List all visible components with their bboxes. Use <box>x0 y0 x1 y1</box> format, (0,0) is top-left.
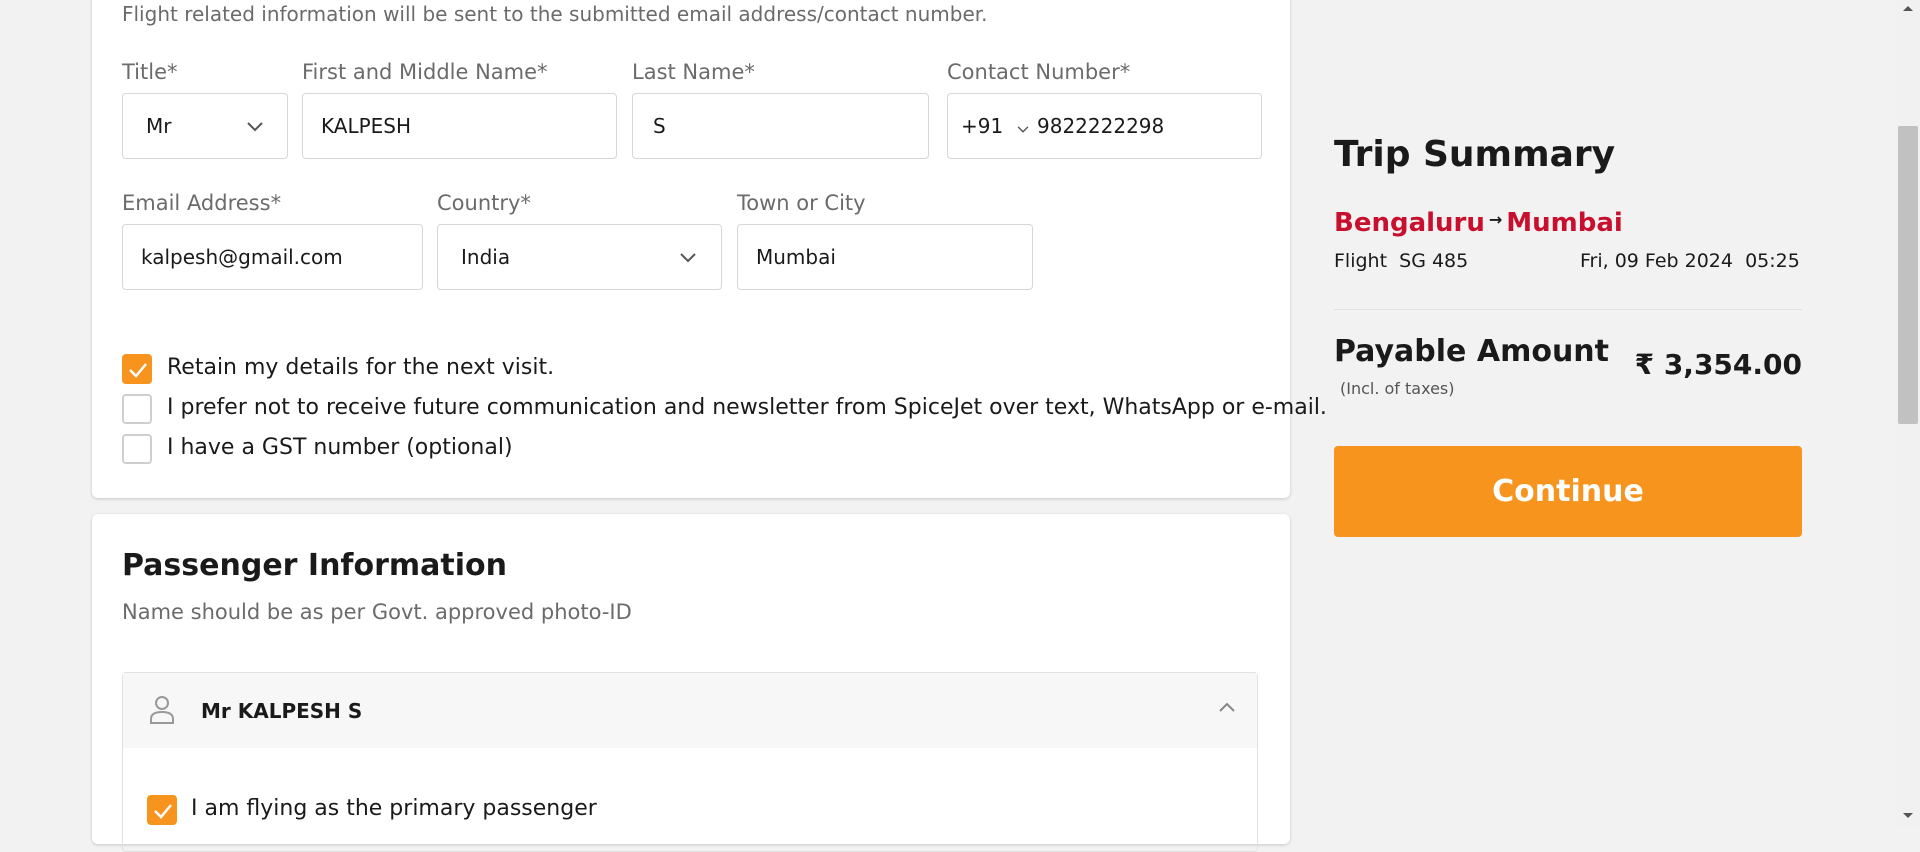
contact-number-field[interactable]: +91 9822222298 <box>947 93 1262 159</box>
country-select[interactable]: India <box>437 224 722 290</box>
flight-info: Flight SG 485 <box>1334 250 1468 272</box>
passenger-panel-header[interactable]: Mr KALPESH S <box>123 673 1257 748</box>
flight-time: 05:25 <box>1745 250 1800 272</box>
scroll-down-arrow-icon[interactable] <box>1902 812 1914 820</box>
retain-details-checkbox[interactable] <box>122 354 152 384</box>
contact-details-card: Flight related information will be sent … <box>92 0 1327 498</box>
contact-number-label: Contact Number* <box>947 60 1131 84</box>
no-newsletter-label: I prefer not to receive future communica… <box>167 395 1327 420</box>
gst-checkbox[interactable] <box>122 434 152 464</box>
retain-details-label: Retain my details for the next visit. <box>167 355 555 380</box>
passenger-info-card: Passenger Information Name should be as … <box>92 514 1290 852</box>
chevron-down-icon <box>247 122 263 132</box>
route-to: Mumbai <box>1506 208 1623 238</box>
payable-label: Payable Amount <box>1334 334 1609 369</box>
country-code-chevron-icon[interactable] <box>1016 122 1030 136</box>
last-name-field[interactable]: S <box>632 93 929 159</box>
first-name-label: First and Middle Name* <box>302 60 548 84</box>
passenger-subtext: Name should be as per Govt. approved pho… <box>122 600 632 624</box>
email-field[interactable]: kalpesh@gmail.com <box>122 224 423 290</box>
last-name-value: S <box>653 114 666 138</box>
route-arrow-icon: → <box>1488 210 1503 229</box>
route: Bengaluru → Mumbai <box>1334 208 1623 238</box>
city-label: Town or City <box>737 191 866 215</box>
user-icon <box>150 696 174 724</box>
country-value: India <box>461 245 511 269</box>
taxes-note: (Incl. of taxes) <box>1340 379 1455 398</box>
checkmark-icon <box>154 804 172 819</box>
primary-passenger-label: I am flying as the primary passenger <box>191 796 597 821</box>
continue-button[interactable]: Continue <box>1334 446 1802 537</box>
first-name-field[interactable]: KALPESH <box>302 93 617 159</box>
divider <box>1334 309 1802 310</box>
last-name-label: Last Name* <box>632 60 755 84</box>
contact-info-text: Flight related information will be sent … <box>122 2 988 26</box>
flight-datetime: Fri, 09 Feb 2024 05:25 <box>1580 250 1800 272</box>
email-value: kalpesh@gmail.com <box>141 245 343 269</box>
title-select[interactable]: Mr <box>122 93 288 159</box>
primary-passenger-checkbox[interactable] <box>147 795 177 825</box>
trip-summary-panel: Trip Summary Bengaluru → Mumbai Flight SG … <box>1334 0 1804 827</box>
passenger-panel: Mr KALPESH S I am flying as the primary … <box>122 672 1258 852</box>
payable-amount: ₹ 3,354.00 <box>1634 348 1802 381</box>
title-label: Title* <box>122 60 178 84</box>
scroll-up-arrow-icon[interactable] <box>1902 4 1914 12</box>
passenger-name: Mr KALPESH S <box>201 699 363 723</box>
title-value: Mr <box>146 114 172 138</box>
first-name-value: KALPESH <box>321 114 412 138</box>
country-label: Country* <box>437 191 531 215</box>
route-from: Bengaluru <box>1334 208 1485 238</box>
passenger-heading: Passenger Information <box>122 548 507 583</box>
flight-label: Flight <box>1334 250 1388 272</box>
chevron-down-icon <box>680 253 696 263</box>
checkmark-icon <box>129 363 147 378</box>
country-code[interactable]: +91 <box>948 114 1003 138</box>
city-field[interactable]: Mumbai <box>737 224 1033 290</box>
gst-label: I have a GST number (optional) <box>167 435 513 460</box>
email-label: Email Address* <box>122 191 282 215</box>
trip-summary-heading: Trip Summary <box>1334 134 1616 175</box>
no-newsletter-checkbox[interactable] <box>122 394 152 424</box>
flight-date: Fri, 09 Feb 2024 <box>1580 250 1733 272</box>
city-value: Mumbai <box>756 245 836 269</box>
chevron-up-icon[interactable] <box>1217 699 1237 715</box>
flight-number: SG 485 <box>1399 250 1469 272</box>
scrollbar-thumb[interactable] <box>1898 126 1918 424</box>
contact-number-value: 9822222298 <box>1037 114 1165 138</box>
